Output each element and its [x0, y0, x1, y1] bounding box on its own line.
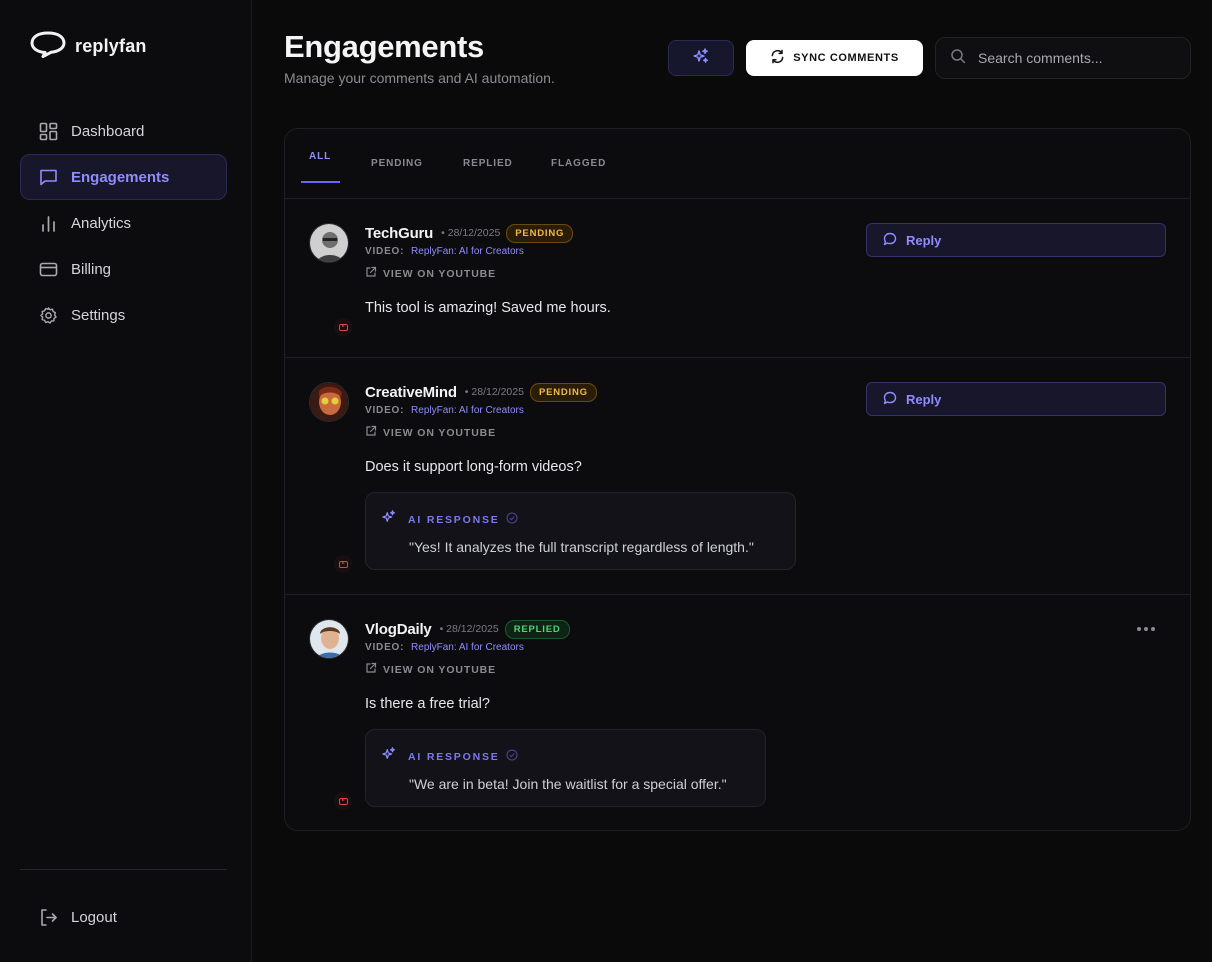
active-tab-indicator [301, 181, 340, 183]
chat-bubble-icon [883, 391, 897, 408]
video-label: VIDEO: [365, 246, 405, 257]
video-title-link[interactable]: ReplyFan: AI for Creators [411, 405, 524, 416]
brand-logo[interactable]: replyfan [30, 30, 147, 63]
video-label: VIDEO: [365, 642, 405, 653]
chat-bubble-icon [883, 232, 897, 249]
youtube-icon [334, 555, 352, 573]
comment-author[interactable]: CreativeMind [365, 384, 457, 401]
comment-author[interactable]: TechGuru [365, 225, 433, 242]
comment-meta: TechGuru • 28/12/2025 PENDING VIDEO: Rep… [365, 223, 611, 316]
engagements-panel: ALL PENDING REPLIED FLAGGED TechGuru • 2… [284, 128, 1191, 831]
external-link-icon [365, 266, 377, 281]
sidebar-nav: Dashboard Engagements Analytics Billing … [20, 108, 227, 338]
sync-comments-button[interactable]: SYNC COMMENTS [746, 40, 923, 76]
check-circle-icon [506, 748, 518, 766]
view-on-youtube-link[interactable]: VIEW ON YOUTUBE [365, 662, 570, 677]
filter-tabs: ALL PENDING REPLIED FLAGGED [285, 129, 1190, 199]
comment-row: CreativeMind • 28/12/2025 PENDING VIDEO:… [285, 358, 1190, 595]
search-icon [950, 48, 966, 69]
comment-row: VlogDaily • 28/12/2025 REPLIED VIDEO: Re… [285, 595, 1190, 830]
external-link-icon [365, 425, 377, 440]
sidebar-item-engagements[interactable]: Engagements [20, 154, 227, 200]
youtube-icon [334, 792, 352, 810]
sidebar-item-label: Dashboard [71, 122, 145, 140]
reply-button[interactable]: Reply [866, 382, 1166, 416]
sidebar-item-dashboard[interactable]: Dashboard [20, 108, 227, 154]
video-label: VIDEO: [365, 405, 405, 416]
sidebar-item-billing[interactable]: Billing [20, 246, 227, 292]
status-badge: PENDING [506, 223, 574, 243]
page-subtitle: Manage your comments and AI automation. [284, 70, 555, 86]
tab-replied[interactable]: REPLIED [463, 158, 513, 169]
ai-response-box: AI RESPONSE "Yes! It analyzes the full t… [365, 492, 796, 570]
video-title-link[interactable]: ReplyFan: AI for Creators [411, 642, 524, 653]
speech-bubble-logo-icon [30, 30, 67, 63]
more-options-button[interactable] [1137, 627, 1155, 631]
ai-response-box: AI RESPONSE "We are in beta! Join the wa… [365, 729, 766, 807]
tab-all[interactable]: ALL [309, 151, 331, 162]
avatar[interactable] [309, 619, 349, 659]
ai-response-label: AI RESPONSE [408, 750, 500, 763]
comment-meta: CreativeMind • 28/12/2025 PENDING VIDEO:… [365, 382, 597, 475]
view-on-youtube-label: VIEW ON YOUTUBE [383, 663, 497, 676]
bar-chart-icon [38, 213, 58, 233]
chat-icon [38, 167, 58, 187]
credit-card-icon [38, 259, 58, 279]
external-link-icon [365, 662, 377, 677]
tab-pending[interactable]: PENDING [371, 158, 423, 169]
sidebar-item-analytics[interactable]: Analytics [20, 200, 227, 246]
sidebar-item-label: Engagements [71, 168, 170, 186]
sidebar-item-label: Analytics [71, 214, 132, 232]
avatar[interactable] [309, 382, 349, 422]
more-dots-icon [1137, 627, 1141, 631]
check-circle-icon [506, 511, 518, 529]
status-badge: PENDING [529, 382, 597, 402]
dashboard-icon [38, 121, 58, 141]
comment-meta: VlogDaily • 28/12/2025 REPLIED VIDEO: Re… [365, 619, 570, 712]
sidebar-item-label: Billing [71, 260, 112, 278]
sidebar-item-label: Settings [71, 306, 126, 324]
logout-button[interactable]: Logout [20, 894, 118, 940]
reply-button[interactable]: Reply [866, 223, 1166, 257]
avatar[interactable] [309, 223, 349, 263]
comment-text: Does it support long-form videos? [365, 459, 582, 475]
comment-text: Is there a free trial? [365, 696, 490, 712]
sync-comments-label: SYNC COMMENTS [793, 52, 899, 64]
comment-date: • 28/12/2025 [441, 227, 501, 239]
logout-icon [38, 907, 58, 927]
sparkles-icon [693, 47, 709, 69]
ai-response-text: "We are in beta! Join the waitlist for a… [409, 776, 727, 792]
ai-automation-button[interactable] [668, 40, 734, 76]
page-title: Engagements [284, 29, 484, 64]
brand-name: replyfan [75, 36, 147, 56]
sidebar-item-settings[interactable]: Settings [20, 292, 227, 338]
view-on-youtube-link[interactable]: VIEW ON YOUTUBE [365, 425, 597, 440]
refresh-icon [770, 49, 785, 67]
sparkles-icon [382, 747, 396, 766]
comment-text: This tool is amazing! Saved me hours. [365, 300, 611, 316]
video-title-link[interactable]: ReplyFan: AI for Creators [411, 246, 524, 257]
view-on-youtube-label: VIEW ON YOUTUBE [383, 426, 497, 439]
sidebar: replyfan Dashboard Engagements Analytics… [0, 0, 252, 962]
search-input[interactable] [978, 50, 1168, 66]
sparkles-icon [382, 510, 396, 529]
ai-response-label: AI RESPONSE [408, 513, 500, 526]
comment-date: • 28/12/2025 [464, 386, 524, 398]
status-badge: REPLIED [504, 619, 570, 639]
reply-label: Reply [906, 391, 942, 407]
comment-author[interactable]: VlogDaily [365, 621, 432, 638]
ai-response-text: "Yes! It analyzes the full transcript re… [409, 539, 754, 555]
search-box [935, 37, 1191, 79]
tab-flagged[interactable]: FLAGGED [551, 158, 606, 169]
view-on-youtube-link[interactable]: VIEW ON YOUTUBE [365, 266, 611, 281]
comment-row: TechGuru • 28/12/2025 PENDING VIDEO: Rep… [285, 199, 1190, 358]
reply-label: Reply [906, 232, 942, 248]
sidebar-divider [20, 869, 227, 870]
gear-icon [38, 305, 58, 325]
comment-date: • 28/12/2025 [439, 623, 499, 635]
youtube-icon [334, 318, 352, 336]
logout-label: Logout [71, 908, 117, 926]
view-on-youtube-label: VIEW ON YOUTUBE [383, 267, 497, 280]
